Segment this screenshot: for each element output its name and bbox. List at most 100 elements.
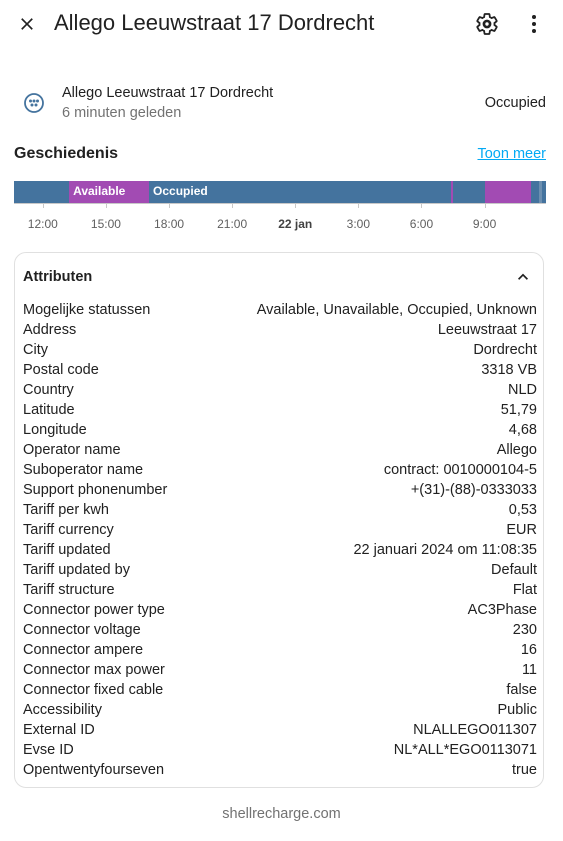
attribute-value: +(31)-(88)-0333033 bbox=[410, 482, 537, 498]
axis-tick bbox=[232, 203, 234, 208]
attribute-row: Connector max power 11 bbox=[23, 660, 537, 680]
attribute-key: Connector voltage bbox=[23, 622, 141, 638]
attribute-value: Dordrecht bbox=[473, 342, 537, 358]
more-options-button[interactable] bbox=[519, 9, 549, 39]
show-more-link[interactable]: Toon meer bbox=[477, 146, 546, 162]
attribute-value: 11 bbox=[521, 662, 537, 678]
attribute-row: Latitude 51,79 bbox=[23, 400, 537, 420]
ev-plug-icon bbox=[24, 93, 44, 113]
timeline-segment[interactable] bbox=[14, 181, 70, 203]
axis-tick bbox=[358, 203, 360, 208]
close-button[interactable] bbox=[12, 9, 42, 39]
attribute-key: Connector max power bbox=[23, 662, 165, 678]
attribute-key: External ID bbox=[23, 722, 95, 738]
timeline-segment-label: Occupied bbox=[153, 184, 208, 198]
more-vert-icon bbox=[532, 15, 536, 33]
attribute-value: NL*ALL*EGO0113071 bbox=[393, 742, 537, 758]
attribute-value: Allego bbox=[496, 442, 537, 458]
entity-row[interactable]: Allego Leeuwstraat 17 Dordrecht 6 minute… bbox=[0, 80, 563, 126]
attribute-key: Support phonenumber bbox=[23, 482, 168, 498]
attribute-key: Tariff structure bbox=[23, 582, 115, 598]
axis-tick-label: 21:00 bbox=[217, 217, 248, 231]
entity-name: Allego Leeuwstraat 17 Dordrecht bbox=[62, 85, 274, 101]
timeline-segment[interactable] bbox=[542, 181, 546, 203]
attribute-value: Flat bbox=[512, 582, 537, 598]
attribute-value: 22 januari 2024 om 11:08:35 bbox=[353, 542, 537, 558]
attribution-text: shellrecharge.com bbox=[222, 806, 341, 822]
attribute-row: Accessibility Public bbox=[23, 700, 537, 720]
attribute-key: Mogelijke statussen bbox=[23, 302, 151, 318]
attribute-value: 3318 VB bbox=[481, 362, 537, 378]
attribute-value: 16 bbox=[520, 642, 537, 658]
attribute-value: AC3Phase bbox=[467, 602, 537, 618]
attribute-row: Operator name Allego bbox=[23, 440, 537, 460]
close-icon bbox=[21, 18, 33, 30]
axis-tick bbox=[42, 203, 44, 208]
attribute-row: Suboperator name contract: 0010000104-5 bbox=[23, 460, 537, 480]
timeline-segment[interactable] bbox=[530, 181, 540, 203]
attribute-row: Mogelijke statussen Available, Unavailabl… bbox=[23, 300, 537, 320]
dialog-header: Allego Leeuwstraat 17 Dordrecht bbox=[0, 0, 563, 48]
attributes-list: Mogelijke statussen Available, Unavailabl… bbox=[23, 300, 537, 780]
attribute-key: Connector power type bbox=[23, 602, 165, 618]
attribute-key: Address bbox=[23, 322, 77, 338]
chevron-up-icon[interactable] bbox=[513, 267, 533, 287]
attribute-row: Evse ID NL*ALL*EGO0113071 bbox=[23, 740, 537, 760]
attribute-key: Accessibility bbox=[23, 702, 102, 718]
attribute-value: Default bbox=[491, 562, 537, 578]
dialog-title: Allego Leeuwstraat 17 Dordrecht bbox=[54, 10, 375, 35]
attributes-card: Attributen Mogelijke statussen Available,… bbox=[14, 252, 544, 788]
attribute-value: 0,53 bbox=[508, 502, 537, 518]
attribute-key: Connector fixed cable bbox=[23, 682, 164, 698]
attribute-row: Connector ampere 16 bbox=[23, 640, 537, 660]
attribute-key: Evse ID bbox=[23, 742, 74, 758]
axis-tick bbox=[295, 203, 297, 208]
attribute-value: NLD bbox=[507, 382, 537, 398]
axis-tick-label: 15:00 bbox=[90, 217, 121, 231]
attribute-row: Tariff updated 22 januari 2024 om 11:08:3… bbox=[23, 540, 537, 560]
attribute-row: Connector voltage 230 bbox=[23, 620, 537, 640]
timeline-segment[interactable] bbox=[484, 181, 531, 203]
attribute-key: Latitude bbox=[23, 402, 75, 418]
axis-tick-label: 6:00 bbox=[409, 217, 434, 231]
entity-state: Occupied bbox=[484, 95, 546, 111]
attribute-value: Available, Unavailable, Occupied, Unknow… bbox=[256, 302, 537, 318]
axis-tick-label: 12:00 bbox=[27, 217, 58, 231]
axis-tick bbox=[421, 203, 423, 208]
settings-button[interactable] bbox=[472, 9, 502, 39]
timeline-segment[interactable] bbox=[453, 181, 485, 203]
attribute-value: 4,68 bbox=[508, 422, 537, 438]
attribute-value: 51,79 bbox=[500, 402, 537, 418]
axis-tick-label: 3:00 bbox=[346, 217, 371, 231]
attribute-key: Tariff per kwh bbox=[23, 502, 109, 518]
history-timeline[interactable]: Available Occupied bbox=[14, 181, 546, 203]
attributes-title: Attributen bbox=[23, 269, 93, 285]
axis-tick-label: 9:00 bbox=[472, 217, 497, 231]
attribute-value: NLALLEGO011307 bbox=[413, 722, 537, 738]
attribute-row: Longitude 4,68 bbox=[23, 420, 537, 440]
history-title: Geschiedenis bbox=[14, 145, 119, 162]
attribute-row: External ID NLALLEGO011307 bbox=[23, 720, 537, 740]
attribute-key: Country bbox=[23, 382, 74, 398]
attribute-row: Tariff currency EUR bbox=[23, 520, 537, 540]
attribute-key: Tariff currency bbox=[23, 522, 114, 538]
attribute-key: Longitude bbox=[23, 422, 87, 438]
attribute-key: Suboperator name bbox=[23, 462, 144, 478]
attribute-value: Leeuwstraat 17 bbox=[437, 322, 537, 338]
attribute-row: Opentwentyfourseven true bbox=[23, 760, 537, 780]
axis-tick-label: 18:00 bbox=[154, 217, 185, 231]
attribute-row: City Dordrecht bbox=[23, 340, 537, 360]
axis-tick bbox=[169, 203, 171, 208]
entity-last-changed: 6 minuten geleden bbox=[62, 105, 182, 121]
attribute-key: Tariff updated bbox=[23, 542, 111, 558]
attribute-key: City bbox=[23, 342, 48, 358]
attribute-row: Address Leeuwstraat 17 bbox=[23, 320, 537, 340]
attribute-value: Public bbox=[497, 702, 538, 718]
attribute-value: false bbox=[506, 682, 537, 698]
gear-icon bbox=[476, 13, 498, 35]
attribute-key: Connector ampere bbox=[23, 642, 144, 658]
history-axis: 12:00 15:00 18:00 21:00 22 jan 3:00 6:00 9:00 bbox=[14, 203, 546, 233]
axis-line bbox=[14, 203, 546, 204]
attribute-row: Connector power type AC3Phase bbox=[23, 600, 537, 620]
attribute-key: Postal code bbox=[23, 362, 99, 378]
